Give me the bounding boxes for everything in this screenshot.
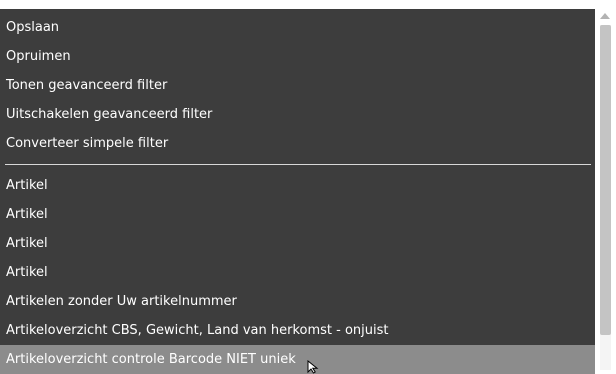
scroll-track[interactable] bbox=[600, 25, 611, 370]
menu-item-artikeloverzicht-cbs[interactable]: Artikeloverzicht CBS, Gewicht, Land van … bbox=[0, 316, 595, 345]
menu-item-opruimen[interactable]: Opruimen bbox=[0, 42, 595, 71]
menu-panel: Opslaan Opruimen Tonen geavanceerd filte… bbox=[0, 9, 595, 374]
scroll-thumb[interactable] bbox=[600, 25, 611, 335]
menu-separator bbox=[5, 164, 591, 165]
menu-item-opslaan[interactable]: Opslaan bbox=[0, 13, 595, 42]
mouse-pointer-icon bbox=[307, 360, 319, 374]
dropdown-menu: Opslaan Opruimen Tonen geavanceerd filte… bbox=[0, 9, 616, 374]
menu-item-artikel-3[interactable]: Artikel bbox=[0, 229, 595, 258]
vertical-scrollbar[interactable] bbox=[595, 9, 616, 374]
menu-item-artikel-4[interactable]: Artikel bbox=[0, 258, 595, 287]
menu-item-tonen-geavanceerd-filter[interactable]: Tonen geavanceerd filter bbox=[0, 71, 595, 100]
menu-item-uitschakelen-geavanceerd-filter[interactable]: Uitschakelen geavanceerd filter bbox=[0, 100, 595, 129]
menu-item-artikeloverzicht-controle-barcode[interactable]: Artikeloverzicht controle Barcode NIET u… bbox=[0, 345, 595, 374]
menu-item-artikel-2[interactable]: Artikel bbox=[0, 200, 595, 229]
menu-item-converteer-simpele-filter[interactable]: Converteer simpele filter bbox=[0, 129, 595, 158]
scroll-up-arrow-icon[interactable] bbox=[600, 13, 610, 19]
menu-item-artikel-1[interactable]: Artikel bbox=[0, 171, 595, 200]
menu-item-artikelen-zonder-uw-artikelnummer[interactable]: Artikelen zonder Uw artikelnummer bbox=[0, 287, 595, 316]
